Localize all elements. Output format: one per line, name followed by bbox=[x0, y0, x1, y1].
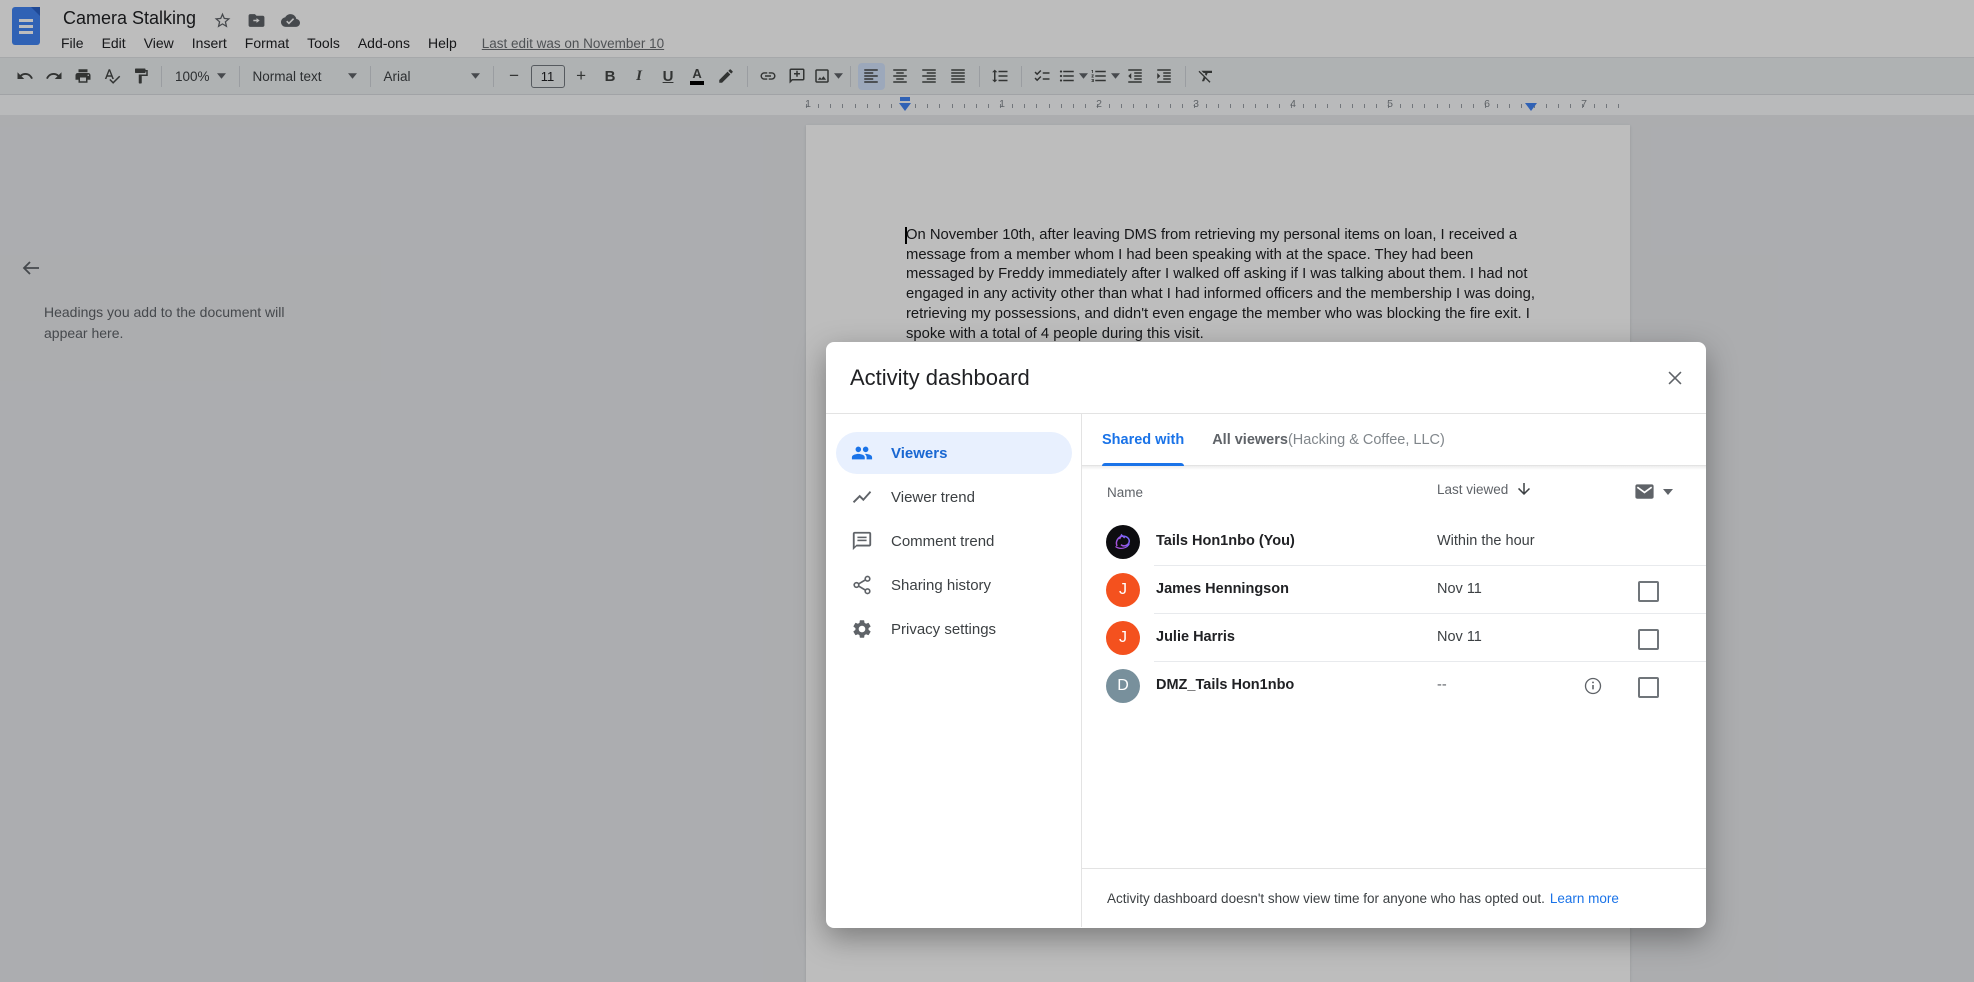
row-checkbox[interactable] bbox=[1638, 677, 1659, 698]
gear-icon bbox=[850, 617, 874, 641]
row-checkbox[interactable] bbox=[1638, 629, 1659, 650]
footer-text: Activity dashboard doesn't show view tim… bbox=[1107, 891, 1545, 906]
info-icon[interactable] bbox=[1583, 676, 1603, 696]
email-viewers-button[interactable] bbox=[1633, 480, 1673, 503]
last-viewed-value: Within the hour bbox=[1437, 533, 1535, 549]
sidebar-item-viewers[interactable]: Viewers bbox=[836, 432, 1072, 474]
dialog-title: Activity dashboard bbox=[850, 365, 1030, 391]
row-checkbox[interactable] bbox=[1638, 581, 1659, 602]
sidebar-item-sharing-history[interactable]: Sharing history bbox=[836, 564, 1072, 606]
sidebar-item-label: Viewers bbox=[891, 445, 947, 462]
sidebar-item-label: Privacy settings bbox=[891, 621, 996, 638]
table-row: D DMZ_Tails Hon1nbo -- bbox=[1082, 662, 1706, 710]
viewer-name: James Henningson bbox=[1156, 581, 1289, 597]
viewer-list: Tails Hon1nbo (You) Within the hour J James… bbox=[1082, 518, 1706, 710]
sidebar-item-label: Viewer trend bbox=[891, 489, 975, 506]
close-icon bbox=[1664, 367, 1686, 389]
email-icon bbox=[1633, 480, 1656, 503]
last-viewed-value: -- bbox=[1437, 677, 1447, 693]
sidebar-item-viewer-trend[interactable]: Viewer trend bbox=[836, 476, 1072, 518]
column-name: Name bbox=[1107, 485, 1143, 500]
viewer-name: Julie Harris bbox=[1156, 629, 1235, 645]
dialog-footer: Activity dashboard doesn't show view tim… bbox=[1082, 868, 1706, 927]
viewer-name: Tails Hon1nbo (You) bbox=[1156, 533, 1295, 549]
dialog-sidebar: Viewers Viewer trend Comment trend Sharing … bbox=[826, 414, 1082, 927]
trend-icon bbox=[850, 485, 874, 509]
chevron-down-icon bbox=[1663, 489, 1673, 495]
people-icon bbox=[850, 441, 874, 465]
sidebar-item-label: Comment trend bbox=[891, 533, 994, 550]
commenttrend-icon bbox=[850, 529, 874, 553]
learn-more-link[interactable]: Learn more bbox=[1550, 891, 1619, 906]
table-row: Tails Hon1nbo (You) Within the hour bbox=[1082, 518, 1706, 566]
tab-label: Shared with bbox=[1102, 432, 1184, 448]
tab-bar: Shared with All viewers (Hacking & Coffee… bbox=[1082, 414, 1706, 466]
avatar: J bbox=[1106, 621, 1140, 655]
last-viewed-value: Nov 11 bbox=[1437, 581, 1482, 597]
screen: Camera Stalking FileEditViewInsertFormat… bbox=[0, 0, 1974, 982]
table-header: Name Last viewed bbox=[1082, 466, 1706, 518]
sort-by-last-viewed[interactable]: Last viewed bbox=[1437, 480, 1533, 498]
sidebar-item-privacy-settings[interactable]: Privacy settings bbox=[836, 608, 1072, 650]
sort-descending-icon bbox=[1515, 480, 1533, 498]
sidebar-item-label: Sharing history bbox=[891, 577, 991, 594]
avatar: J bbox=[1106, 573, 1140, 607]
last-viewed-value: Nov 11 bbox=[1437, 629, 1482, 645]
avatar bbox=[1106, 525, 1140, 559]
tab-all-viewers[interactable]: All viewers (Hacking & Coffee, LLC) bbox=[1212, 414, 1445, 465]
share-icon bbox=[850, 573, 874, 597]
close-button[interactable] bbox=[1664, 367, 1686, 389]
dialog-header: Activity dashboard bbox=[826, 342, 1706, 414]
avatar: D bbox=[1106, 669, 1140, 703]
activity-dashboard-dialog: Activity dashboard Viewers Viewer trend Co… bbox=[826, 342, 1706, 928]
sidebar-item-comment-trend[interactable]: Comment trend bbox=[836, 520, 1072, 562]
dialog-content: Shared with All viewers (Hacking & Coffee… bbox=[1082, 414, 1706, 927]
tab-shared-with[interactable]: Shared with bbox=[1102, 414, 1184, 465]
tab-label: All viewers bbox=[1212, 432, 1288, 448]
tab-label-suffix: (Hacking & Coffee, LLC) bbox=[1288, 432, 1445, 448]
table-row: J James Henningson Nov 11 bbox=[1082, 566, 1706, 614]
viewer-name: DMZ_Tails Hon1nbo bbox=[1156, 677, 1294, 693]
table-row: J Julie Harris Nov 11 bbox=[1082, 614, 1706, 662]
